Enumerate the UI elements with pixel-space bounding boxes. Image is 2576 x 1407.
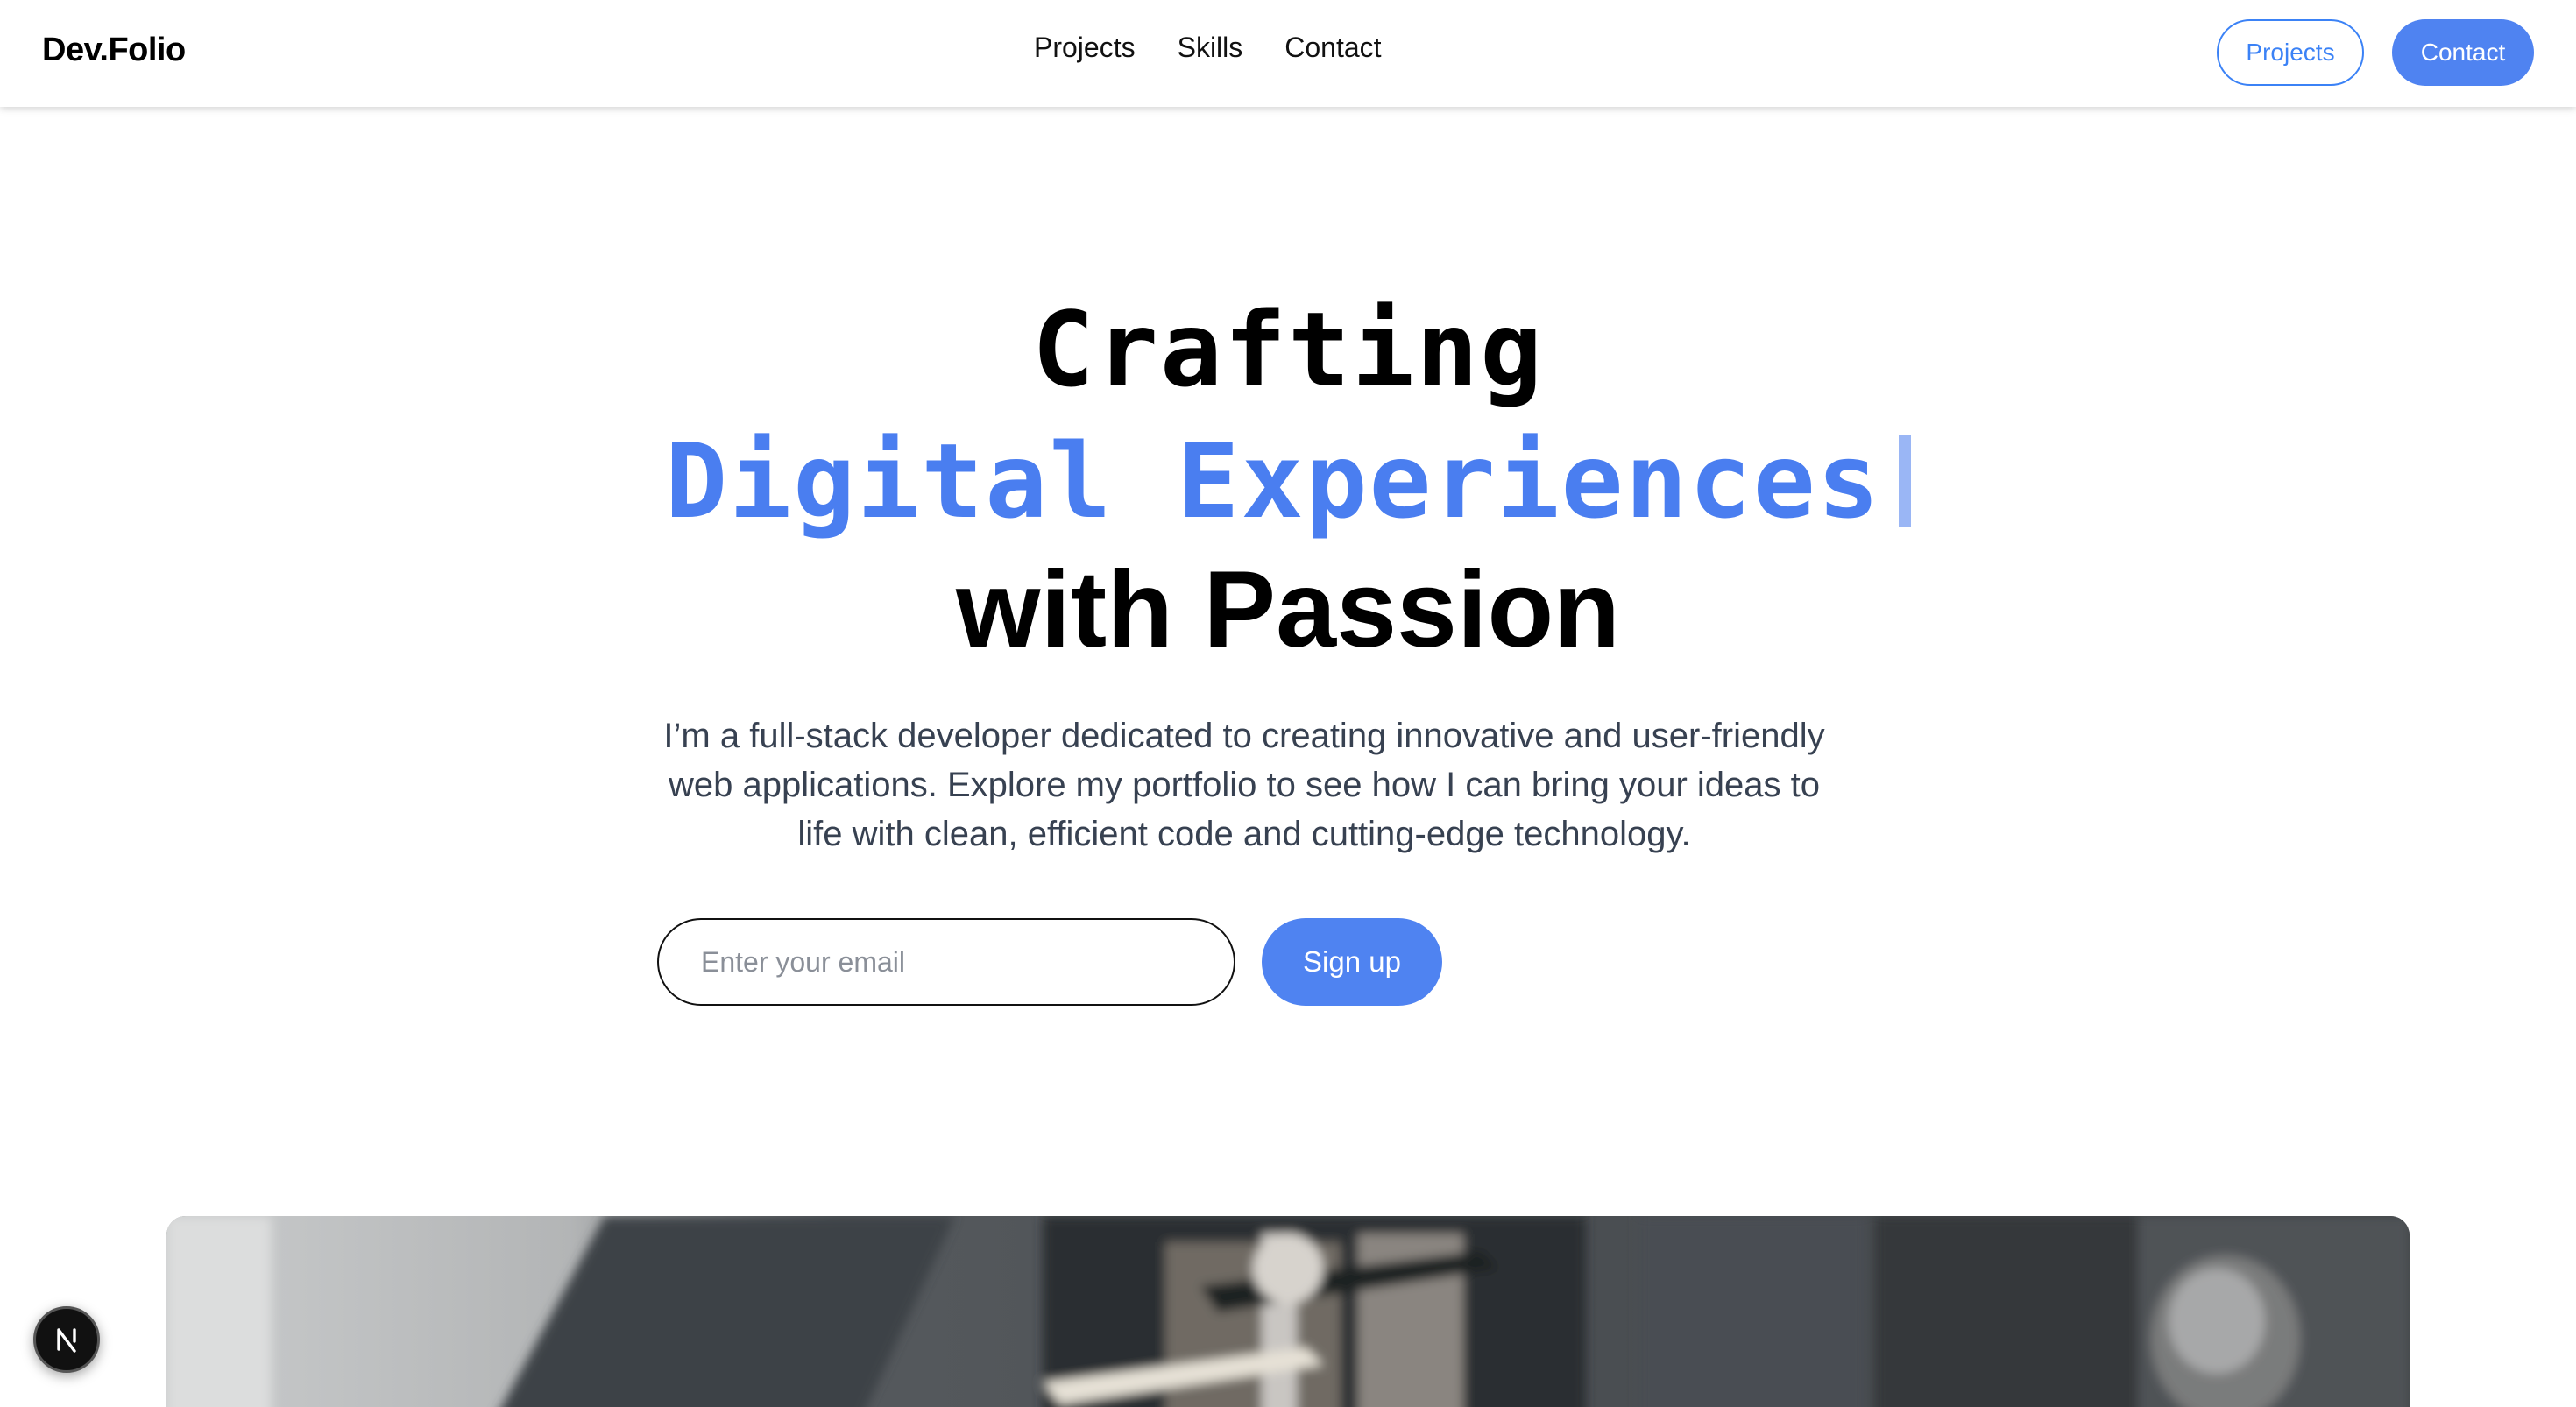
- nav-link-contact[interactable]: Contact: [1284, 32, 1381, 64]
- site-header: Dev.Folio Projects Skills Contact Projec…: [0, 0, 2576, 107]
- nav-link-projects[interactable]: Projects: [1034, 32, 1136, 64]
- email-input[interactable]: [657, 918, 1235, 1006]
- hero-title-line-1: Crafting: [1031, 289, 1545, 410]
- hero-title-line-2: Digital Experiences: [0, 421, 2576, 541]
- nextjs-badge[interactable]: [33, 1306, 100, 1373]
- projects-button[interactable]: Projects: [2217, 19, 2364, 86]
- hero-image: [166, 1216, 2410, 1407]
- nextjs-icon: [57, 1328, 76, 1353]
- hero-description: I’m a full-stack developer dedicated to …: [663, 717, 1825, 853]
- hero-title-typed-text: Digital Experiences: [665, 421, 1881, 541]
- page: Dev.Folio Projects Skills Contact Projec…: [0, 0, 2576, 1407]
- signup-button[interactable]: Sign up: [1262, 918, 1442, 1006]
- contact-button[interactable]: Contact: [2392, 19, 2534, 86]
- nav-link-skills[interactable]: Skills: [1178, 32, 1243, 64]
- hero-title-line-3: with Passion: [956, 549, 1620, 670]
- main-nav: Projects Skills Contact: [1034, 32, 1382, 64]
- site-logo[interactable]: Dev.Folio: [42, 32, 186, 69]
- typing-cursor: [1898, 435, 1911, 527]
